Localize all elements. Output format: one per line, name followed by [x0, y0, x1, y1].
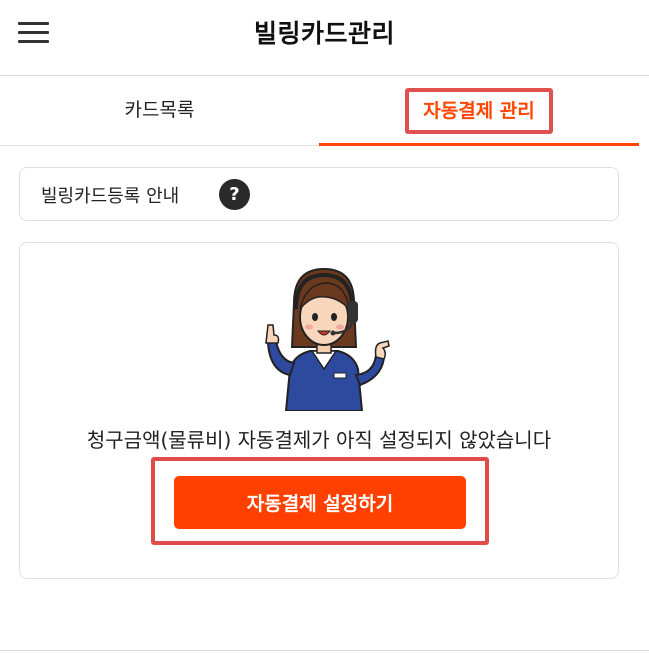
auto-payment-empty-card: 청구금액(물류비) 자동결제가 아직 설정되지 않았습니다 자동결제 설정하기 — [19, 242, 619, 579]
bottom-divider — [0, 650, 649, 651]
guide-label: 빌링카드등록 안내 — [41, 186, 180, 207]
highlight-frame: 자동결제 설정하기 — [151, 457, 489, 545]
billing-card-guide[interactable]: 빌링카드등록 안내 ? — [19, 167, 619, 221]
page-title: 빌링카드관리 — [253, 19, 395, 48]
setup-auto-payment-button[interactable]: 자동결제 설정하기 — [174, 476, 466, 529]
customer-service-agent-illustration — [265, 267, 390, 411]
help-question-icon[interactable]: ? — [219, 179, 250, 210]
tab-auto-payment[interactable]: 자동결제 관리 — [319, 76, 639, 146]
tab-bar: 카드목록 자동결제 관리 — [0, 76, 649, 146]
empty-state-message: 청구금액(물류비) 자동결제가 아직 설정되지 않았습니다 — [86, 428, 552, 452]
tab-auto-payment-label: 자동결제 관리 — [405, 88, 553, 134]
app-header: 빌링카드관리 — [0, 0, 649, 76]
tab-card-list[interactable]: 카드목록 — [0, 76, 319, 146]
